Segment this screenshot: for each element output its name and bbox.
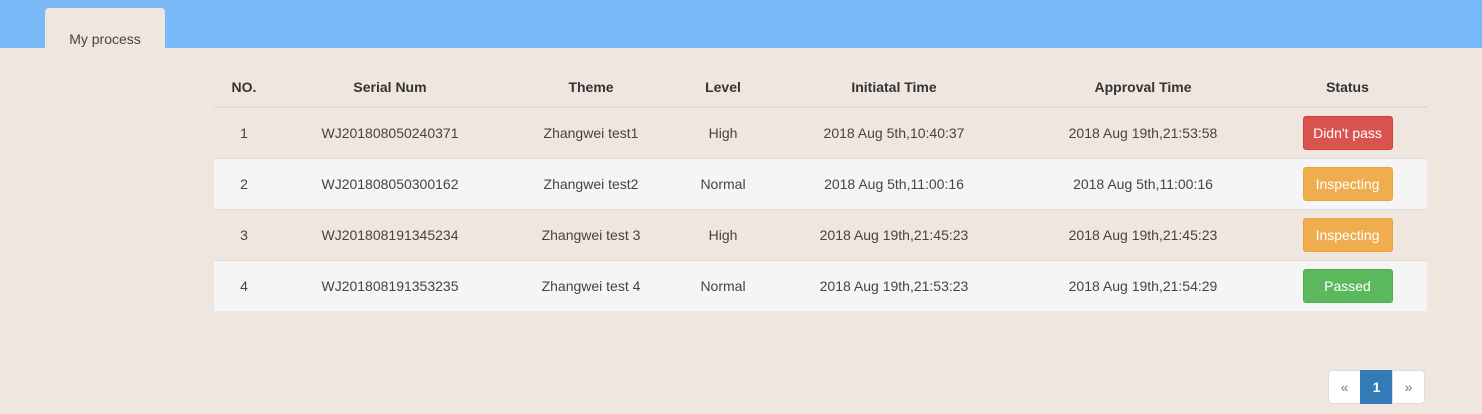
cell-no: 2 xyxy=(214,158,274,210)
pagination-prev-button[interactable]: « xyxy=(1328,370,1361,404)
column-header-initiated-time: Initiatal Time xyxy=(770,68,1018,108)
cell-serial-num: WJ201808050300162 xyxy=(274,158,506,210)
status-badge-button[interactable]: Inspecting xyxy=(1302,218,1393,252)
column-header-serial: Serial Num xyxy=(274,68,506,108)
cell-level: Normal xyxy=(676,260,770,311)
status-badge-button[interactable]: Passed xyxy=(1302,269,1393,303)
cell-approval-time: 2018 Aug 19th,21:54:29 xyxy=(1018,260,1268,311)
column-header-level: Level xyxy=(676,68,770,108)
cell-theme: Zhangwei test1 xyxy=(506,106,676,159)
pagination-next-button[interactable]: » xyxy=(1392,370,1425,404)
top-bar xyxy=(0,0,1482,48)
table-row: 1 WJ201808050240371 Zhangwei test1 High 2018… xyxy=(214,106,1427,159)
cell-serial-num: WJ201808191345234 xyxy=(274,209,506,261)
pagination: « 1 » xyxy=(1328,370,1425,404)
cell-initiated-time: 2018 Aug 5th,10:40:37 xyxy=(770,106,1018,159)
cell-level: Normal xyxy=(676,158,770,210)
cell-theme: Zhangwei test2 xyxy=(506,158,676,210)
table-header-row: NO. Serial Num Theme Level Initiatal Tim… xyxy=(214,68,1427,108)
cell-no: 1 xyxy=(214,106,274,159)
pagination-page-1[interactable]: 1 xyxy=(1360,370,1393,404)
cell-approval-time: 2018 Aug 19th,21:45:23 xyxy=(1018,209,1268,261)
tab-my-process[interactable]: My process xyxy=(45,8,165,49)
tab-label: My process xyxy=(69,31,141,47)
table-row: 4 WJ201808191353235 Zhangwei test 4 Normal 2… xyxy=(214,260,1427,311)
cell-level: High xyxy=(676,106,770,159)
cell-serial-num: WJ201808050240371 xyxy=(274,106,506,159)
process-table: NO. Serial Num Theme Level Initiatal Tim… xyxy=(214,68,1427,311)
process-table-container: NO. Serial Num Theme Level Initiatal Tim… xyxy=(214,68,1427,311)
table-body: 1 WJ201808050240371 Zhangwei test1 High 2018… xyxy=(214,106,1427,311)
column-header-theme: Theme xyxy=(506,68,676,108)
cell-level: High xyxy=(676,209,770,261)
cell-status: Inspecting xyxy=(1268,209,1427,261)
status-badge-button[interactable]: Didn't pass xyxy=(1302,116,1393,150)
status-badge-button[interactable]: Inspecting xyxy=(1302,167,1393,201)
cell-approval-time: 2018 Aug 5th,11:00:16 xyxy=(1018,158,1268,210)
table-row: 3 WJ201808191345234 Zhangwei test 3 High 201… xyxy=(214,209,1427,261)
cell-no: 4 xyxy=(214,260,274,311)
column-header-status: Status xyxy=(1268,68,1427,108)
cell-theme: Zhangwei test 4 xyxy=(506,260,676,311)
cell-initiated-time: 2018 Aug 5th,11:00:16 xyxy=(770,158,1018,210)
column-header-no: NO. xyxy=(214,68,274,108)
cell-initiated-time: 2018 Aug 19th,21:53:23 xyxy=(770,260,1018,311)
cell-theme: Zhangwei test 3 xyxy=(506,209,676,261)
cell-status: Didn't pass xyxy=(1268,106,1427,159)
cell-serial-num: WJ201808191353235 xyxy=(274,260,506,311)
cell-status: Passed xyxy=(1268,260,1427,311)
cell-status: Inspecting xyxy=(1268,158,1427,210)
cell-no: 3 xyxy=(214,209,274,261)
cell-approval-time: 2018 Aug 19th,21:53:58 xyxy=(1018,106,1268,159)
table-row: 2 WJ201808050300162 Zhangwei test2 Normal 20… xyxy=(214,158,1427,210)
column-header-approval-time: Approval Time xyxy=(1018,68,1268,108)
cell-initiated-time: 2018 Aug 19th,21:45:23 xyxy=(770,209,1018,261)
